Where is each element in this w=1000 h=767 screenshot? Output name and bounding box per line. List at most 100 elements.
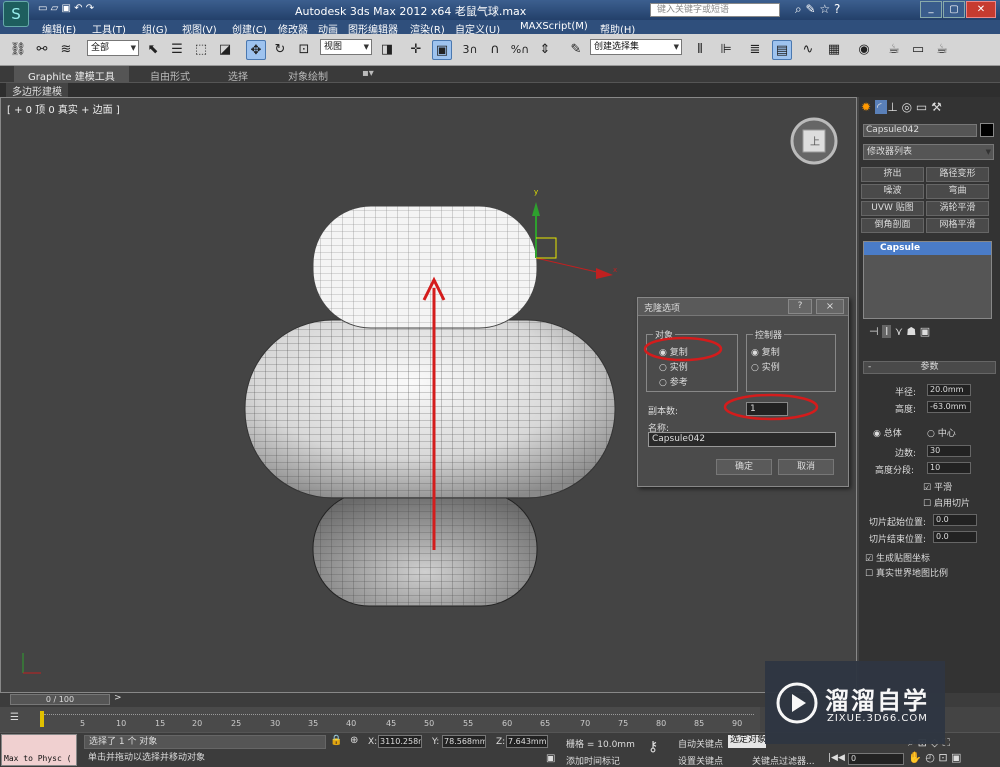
object-color-swatch[interactable] bbox=[980, 123, 994, 137]
dialog-help-button[interactable]: ? bbox=[788, 299, 812, 314]
radio-centers[interactable]: ○ 中心 bbox=[927, 426, 956, 439]
snaps-toggle-icon[interactable]: 3∩ bbox=[460, 40, 480, 60]
real-world-checkbox[interactable]: ☐ 真实世界地图比例 bbox=[865, 566, 948, 579]
close-button[interactable]: ✕ bbox=[966, 1, 996, 18]
tools-icon[interactable]: ✎ bbox=[806, 2, 820, 16]
height-segs-spinner[interactable]: 10 bbox=[927, 462, 971, 474]
search-input[interactable]: 键入关键字或短语 bbox=[650, 3, 780, 17]
mod-btn-turbosmooth[interactable]: 涡轮平滑 bbox=[926, 201, 989, 216]
radio-overall[interactable]: ◉ 总体 bbox=[873, 426, 902, 439]
select-by-name-icon[interactable]: ☰ bbox=[167, 40, 187, 60]
params-rollout-header[interactable]: - 参数 bbox=[863, 361, 996, 374]
rendered-frame-icon[interactable]: ▭ bbox=[908, 40, 928, 60]
viewport[interactable]: [ + 0 顶 0 真实 + 边面 ] y x 上 克隆选项 ? × 对象 ◉ … bbox=[0, 97, 857, 693]
x-coord-field[interactable]: 3110.258n bbox=[378, 735, 422, 748]
keyboard-shortcut-icon[interactable]: ▣ bbox=[432, 40, 452, 60]
angle-snap-icon[interactable]: ∩ bbox=[485, 40, 505, 60]
spinner-snap-icon[interactable]: ⇕ bbox=[535, 40, 555, 60]
clone-name-field[interactable]: Capsule042 bbox=[648, 432, 836, 447]
edit-named-sel-icon[interactable]: ✎ bbox=[566, 40, 586, 60]
go-to-start-icon[interactable]: |◀◀ bbox=[828, 753, 845, 763]
key-filters-button[interactable]: 关键点过滤器... bbox=[752, 754, 815, 767]
select-manipulate-icon[interactable]: ✛ bbox=[406, 40, 426, 60]
mod-btn-bevel-profile[interactable]: 倒角剖面 bbox=[861, 218, 924, 233]
help-icon[interactable]: ? bbox=[834, 2, 840, 16]
app-logo-icon[interactable]: S bbox=[3, 1, 29, 27]
viewcube[interactable]: 上 bbox=[790, 117, 838, 165]
graphite-toggle-icon[interactable]: ▤ bbox=[772, 40, 792, 60]
mod-btn-meshsmooth[interactable]: 网格平滑 bbox=[926, 218, 989, 233]
absolute-mode-icon[interactable]: ⊕ bbox=[350, 735, 358, 746]
y-coord-field[interactable]: 78.568mm bbox=[442, 735, 486, 748]
selected-object-dropdown[interactable]: 选定对象 bbox=[728, 735, 766, 748]
smooth-checkbox[interactable]: ☑ 平滑 bbox=[923, 480, 952, 493]
link-icon[interactable]: ⛓ bbox=[8, 40, 28, 60]
new-file-icon[interactable]: ▭ bbox=[38, 3, 51, 14]
tab-object-paint[interactable]: 对象绘制 bbox=[288, 68, 328, 83]
motion-tab-icon[interactable]: ◎ bbox=[902, 100, 916, 114]
window-crossing-icon[interactable]: ◪ bbox=[215, 40, 235, 60]
percent-snap-icon[interactable]: %∩ bbox=[510, 40, 530, 60]
lock-selection-icon[interactable]: 🔒 bbox=[330, 735, 342, 746]
align-icon[interactable]: ⊫ bbox=[716, 40, 736, 60]
track-bar[interactable]: ☰ 5 10 15 20 25 30 35 40 45 50 55 60 65 … bbox=[0, 707, 760, 732]
minimize-button[interactable]: _ bbox=[920, 1, 942, 18]
modifier-stack[interactable]: Capsule bbox=[863, 241, 992, 319]
show-end-result-icon[interactable]: I bbox=[882, 325, 892, 338]
select-move-icon[interactable]: ✥ bbox=[246, 40, 266, 60]
star-icon[interactable]: ☆ bbox=[819, 2, 834, 16]
select-object-icon[interactable]: ⬉ bbox=[143, 40, 163, 60]
height-spinner[interactable]: -63.0mm bbox=[927, 401, 971, 413]
create-tab-icon[interactable]: ✹ bbox=[861, 100, 875, 114]
menu-maxscript[interactable]: MAXScript(M) bbox=[520, 21, 588, 32]
display-tab-icon[interactable]: ▭ bbox=[916, 100, 931, 114]
pan-icon[interactable]: ✋ bbox=[908, 751, 925, 764]
time-slider-thumb[interactable]: 0 / 100 bbox=[10, 694, 110, 705]
mod-btn-uvw-map[interactable]: UVW 贴图 bbox=[861, 201, 924, 216]
save-icon[interactable]: ▣ bbox=[62, 3, 75, 14]
render-production-icon[interactable]: ☕ bbox=[932, 40, 952, 60]
mod-btn-noise[interactable]: 噪波 bbox=[861, 184, 924, 199]
pivot-center-icon[interactable]: ◨ bbox=[377, 40, 397, 60]
gen-map-checkbox[interactable]: ☑ 生成贴图坐标 bbox=[865, 551, 930, 564]
modifier-list-dropdown[interactable]: 修改器列表 bbox=[863, 144, 994, 160]
dialog-close-button[interactable]: × bbox=[816, 299, 844, 314]
object-name-field[interactable]: Capsule042 bbox=[863, 124, 977, 137]
utilities-tab-icon[interactable]: ⚒ bbox=[931, 100, 942, 114]
auto-key-button[interactable]: 自动关键点 bbox=[678, 737, 723, 750]
current-frame-field[interactable]: 0 bbox=[848, 753, 904, 765]
slice-from-spinner[interactable]: 0.0 bbox=[933, 514, 977, 526]
ok-button[interactable]: 确定 bbox=[716, 459, 772, 475]
add-time-tag[interactable]: 添加时间标记 bbox=[566, 754, 620, 767]
stack-item-capsule[interactable]: Capsule bbox=[864, 242, 991, 255]
set-key-button[interactable]: 设置关键点 bbox=[678, 754, 723, 767]
maxscript-listener[interactable]: Max to Physc ( bbox=[1, 734, 77, 766]
configure-sets-icon[interactable]: ▣ bbox=[920, 325, 930, 338]
time-tag-icon[interactable]: ▣ bbox=[546, 753, 555, 764]
open-file-icon[interactable]: ▱ bbox=[51, 3, 62, 14]
make-unique-icon[interactable]: ⋎ bbox=[895, 325, 907, 338]
z-coord-field[interactable]: 7.643mm bbox=[506, 735, 548, 748]
binoculars-icon[interactable]: ⌕ bbox=[795, 2, 806, 16]
zoom-extents-icon[interactable]: ⊡ bbox=[938, 751, 951, 764]
ribbon-options-icon[interactable]: ▪▾ bbox=[362, 68, 374, 79]
time-slider-next-icon[interactable]: > bbox=[114, 693, 122, 703]
sides-spinner[interactable]: 30 bbox=[927, 445, 971, 457]
redo-icon[interactable]: ↷ bbox=[86, 3, 94, 14]
mod-btn-path-deform[interactable]: 路径变形 bbox=[926, 167, 989, 182]
rect-selection-icon[interactable]: ⬚ bbox=[191, 40, 211, 60]
ref-coord-dropdown[interactable]: 视图 bbox=[320, 39, 372, 55]
select-scale-icon[interactable]: ⊡ bbox=[294, 40, 314, 60]
modify-tab-icon[interactable]: ◜ bbox=[874, 100, 888, 114]
bind-space-warp-icon[interactable]: ≋ bbox=[56, 40, 76, 60]
radius-spinner[interactable]: 20.0mm bbox=[927, 384, 971, 396]
orbit-icon[interactable]: ◴ bbox=[925, 751, 938, 764]
hierarchy-tab-icon[interactable]: ⊥ bbox=[887, 100, 901, 114]
slice-on-checkbox[interactable]: ☐ 启用切片 bbox=[923, 496, 970, 509]
unlink-icon[interactable]: ⚯ bbox=[32, 40, 52, 60]
cancel-button[interactable]: 取消 bbox=[778, 459, 834, 475]
pin-stack-icon[interactable]: ⊣ bbox=[869, 325, 882, 338]
middle-capsule-mesh[interactable] bbox=[244, 319, 616, 499]
selection-filter-dropdown[interactable]: 全部 bbox=[87, 40, 139, 56]
top-capsule-mesh[interactable] bbox=[312, 205, 538, 329]
